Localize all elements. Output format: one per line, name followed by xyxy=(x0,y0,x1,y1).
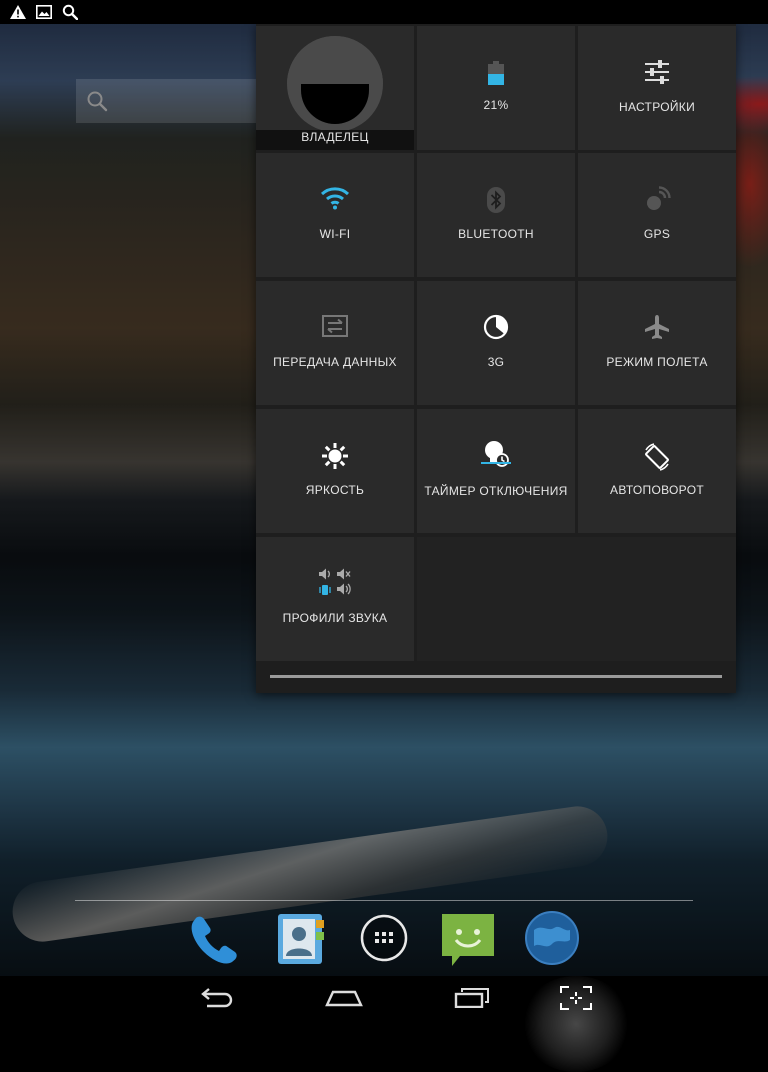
tile-airplane-mode-label: РЕЖИМ ПОЛЕТА xyxy=(606,355,708,369)
search-icon xyxy=(62,4,78,20)
tile-settings-label: НАСТРОЙКИ xyxy=(618,100,696,114)
empty-tile-area xyxy=(417,537,736,661)
gps-satellite-icon xyxy=(643,186,671,217)
tile-sound-profiles-label: ПРОФИЛИ ЗВУКА xyxy=(282,611,388,625)
tile-bluetooth-label: BLUETOOTH xyxy=(458,227,534,241)
home-icon xyxy=(325,989,363,1012)
quick-settings-panel: ВЛАДЕЛЕЦ 21% НАСТРОЙКИ WI-FI BLUETOOTH G… xyxy=(256,24,736,693)
tile-brightness-label: ЯРКОСТЬ xyxy=(305,483,365,497)
tile-auto-rotate-label: АВТОПОВОРОТ xyxy=(610,483,704,497)
phone-icon[interactable] xyxy=(186,910,242,966)
tile-brightness[interactable]: ЯРКОСТЬ xyxy=(256,409,414,533)
screenshot-button[interactable] xyxy=(526,976,626,1024)
home-search-bar[interactable] xyxy=(76,79,276,123)
tile-sleep-timer[interactable]: ТАЙМЕР ОТКЛЮЧЕНИЯ xyxy=(417,409,575,533)
search-icon xyxy=(87,91,108,112)
image-icon xyxy=(36,5,52,19)
messaging-icon[interactable] xyxy=(440,910,496,966)
browser-icon[interactable] xyxy=(524,910,580,966)
sleep-timer-icon xyxy=(481,439,511,472)
back-button[interactable] xyxy=(166,976,266,1024)
warning-icon xyxy=(10,5,26,19)
tile-data-transfer-label: ПЕРЕДАЧА ДАННЫХ xyxy=(273,355,397,369)
tile-battery-label: 21% xyxy=(483,98,509,112)
airplane-icon xyxy=(643,314,671,343)
all-apps-icon[interactable] xyxy=(356,910,412,966)
home-button[interactable] xyxy=(294,976,394,1024)
tile-auto-rotate[interactable]: АВТОПОВОРОТ xyxy=(578,409,736,533)
dock-divider xyxy=(75,900,693,901)
screenshot-icon xyxy=(560,985,592,1015)
back-icon xyxy=(199,987,233,1013)
tile-3g-label: 3G xyxy=(487,355,505,369)
tile-gps-label: GPS xyxy=(643,227,671,241)
tile-sound-profiles[interactable]: ПРОФИЛИ ЗВУКА xyxy=(256,537,414,661)
battery-icon xyxy=(488,61,504,88)
wifi-icon xyxy=(320,186,350,213)
contacts-icon[interactable] xyxy=(272,910,328,966)
recents-button[interactable] xyxy=(422,976,522,1024)
network-mode-icon xyxy=(483,314,509,343)
status-bar xyxy=(0,0,768,24)
sliders-icon xyxy=(644,59,670,88)
tile-bluetooth[interactable]: BLUETOOTH xyxy=(417,153,575,277)
avatar xyxy=(287,36,383,132)
tile-3g[interactable]: 3G xyxy=(417,281,575,405)
recents-icon xyxy=(454,987,490,1013)
tile-wifi[interactable]: WI-FI xyxy=(256,153,414,277)
sleep-timer-indicator xyxy=(481,462,511,464)
data-transfer-icon xyxy=(321,314,349,341)
tile-wifi-label: WI-FI xyxy=(319,227,351,241)
tile-sleep-timer-label: ТАЙМЕР ОТКЛЮЧЕНИЯ xyxy=(424,484,568,498)
tile-data-transfer[interactable]: ПЕРЕДАЧА ДАННЫХ xyxy=(256,281,414,405)
tile-settings[interactable]: НАСТРОЙКИ xyxy=(578,26,736,150)
panel-handle-bar[interactable] xyxy=(270,675,722,678)
sound-profiles-icon xyxy=(317,567,353,602)
tile-owner-label: ВЛАДЕЛЕЦ xyxy=(301,130,369,144)
tile-airplane-mode[interactable]: РЕЖИМ ПОЛЕТА xyxy=(578,281,736,405)
tile-owner[interactable]: ВЛАДЕЛЕЦ xyxy=(256,26,414,150)
tile-gps[interactable]: GPS xyxy=(578,153,736,277)
tile-battery[interactable]: 21% xyxy=(417,26,575,150)
brightness-sun-icon xyxy=(321,442,349,473)
auto-rotate-icon xyxy=(642,442,672,475)
bluetooth-icon xyxy=(486,186,506,217)
